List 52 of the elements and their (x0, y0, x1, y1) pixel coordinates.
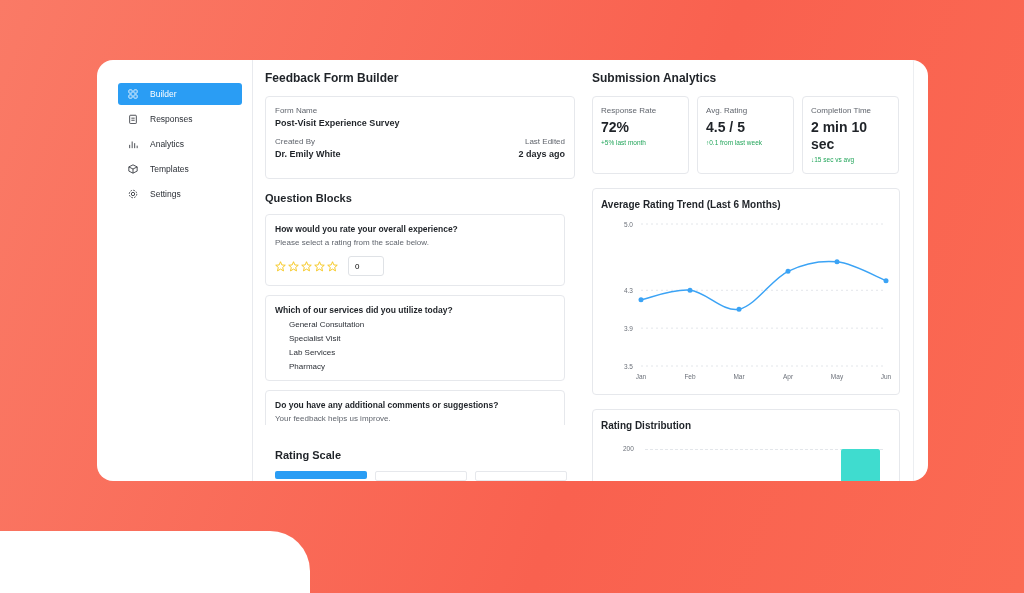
question-text: How would you rate your overall experience? (275, 224, 459, 234)
metric-label: Completion Time (811, 106, 873, 115)
metric-value: 2 min 10 sec (811, 119, 869, 153)
bar-chart-icon (128, 139, 138, 149)
star-icon (301, 260, 312, 272)
settings-icon (128, 189, 138, 199)
field-label: Created By (275, 137, 317, 146)
scale-option[interactable] (275, 471, 367, 479)
sidebar-item[interactable]: Templates (118, 158, 242, 180)
option-item[interactable]: Lab Services (289, 348, 555, 357)
section-title: Question Blocks (265, 192, 353, 204)
sidebar-item[interactable]: Analytics (118, 133, 242, 155)
star-icon (288, 260, 299, 272)
sidebar-item[interactable]: Responses (118, 108, 242, 130)
section-title: Submission Analytics (592, 71, 718, 85)
metric-value: 4.5 / 5 (706, 119, 746, 136)
cube-icon (128, 164, 138, 174)
edited-date: 2 days ago (518, 149, 565, 159)
data-point (834, 259, 840, 265)
star-icon (314, 260, 325, 272)
metric-value: 72% (601, 119, 631, 136)
section-title: Rating Scale (275, 449, 343, 461)
question-hint: Please select a rating from the scale below. (275, 238, 430, 247)
scale-option[interactable] (475, 471, 567, 481)
star-icon (327, 260, 338, 272)
data-point (687, 287, 693, 293)
chart-title: Average Rating Trend (Last 6 Months) (601, 199, 782, 210)
data-point (883, 278, 889, 284)
field-label: Form Name (275, 106, 319, 115)
rating-input[interactable]: 0 (348, 256, 384, 276)
metric-label: Avg. Rating (706, 106, 749, 115)
section-title: Feedback Form Builder (265, 71, 400, 85)
option-item[interactable]: Pharmacy (289, 362, 555, 371)
author-name: Dr. Emily White (275, 149, 341, 159)
form-name: Post-Visit Experience Survey (275, 118, 401, 128)
star-rating[interactable] (275, 260, 338, 272)
data-point (638, 297, 644, 303)
chart-title: Rating Distribution (601, 420, 692, 431)
option-item[interactable]: Specialist Visit (289, 334, 555, 343)
question-hint: Your feedback helps us improve. (275, 414, 392, 423)
sidebar-item[interactable]: Settings (118, 183, 242, 205)
scale-option[interactable] (375, 471, 467, 481)
star-icon (275, 260, 286, 272)
metric-label: Response Rate (601, 106, 658, 115)
question-text: Which of our services did you utilize today? (275, 305, 454, 315)
clipboard-icon (128, 114, 138, 124)
data-point (736, 306, 742, 312)
data-point (785, 268, 791, 274)
question-text: Do you have any additional comments or suggestions? (275, 400, 500, 410)
field-label: Last Edited (523, 137, 565, 146)
grid-icon (128, 89, 138, 99)
option-item[interactable]: General Consultation (289, 320, 555, 329)
